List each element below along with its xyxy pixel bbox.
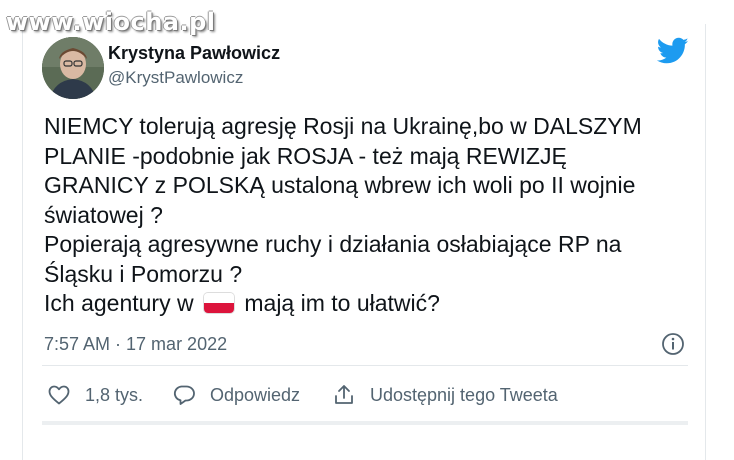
reply-label: Odpowiedz — [210, 384, 301, 405]
info-icon[interactable] — [661, 332, 685, 356]
avatar-image — [42, 37, 104, 99]
like-count: 1,8 tys. — [85, 384, 144, 405]
reply-bubble-icon — [173, 385, 195, 405]
tweet-timestamp[interactable]: 7:57 AM · 17 mar 2022 — [44, 334, 227, 355]
tweet-line: światowej ? — [44, 201, 163, 228]
like-button[interactable]: 1,8 tys. — [47, 383, 143, 407]
tweet-text-segment: Ich agentury w — [44, 290, 194, 316]
heart-icon — [48, 385, 70, 405]
display-name[interactable]: Krystyna Pawłowicz — [108, 43, 280, 64]
reply-button[interactable]: Odpowiedz — [172, 383, 300, 407]
tweet-line: GRANICY z POLSKĄ ustaloną wbrew ich woli… — [44, 172, 636, 198]
share-button[interactable]: Udostępnij tego Tweeta — [332, 383, 558, 407]
divider — [42, 365, 688, 366]
tweet-text-segment: mają im to ułatwić? — [244, 290, 440, 316]
card-bottom-border — [42, 421, 688, 425]
user-handle[interactable]: @KrystPawlowicz — [108, 68, 243, 88]
tweet-line: Ich agentury w mają im to ułatwić? — [44, 289, 684, 319]
avatar[interactable] — [42, 37, 104, 99]
tweet-line: Popierają agresywne ruchy i działania os… — [44, 231, 622, 257]
twitter-bird-icon[interactable] — [657, 37, 689, 65]
site-watermark: www.wiocha.pl — [6, 8, 216, 36]
share-label: Udostępnij tego Tweeta — [370, 384, 558, 405]
tweet-text: NIEMCY tolerują agresję Rosji na Ukrainę… — [44, 112, 684, 319]
poland-flag-icon — [203, 293, 234, 313]
tweet-line: PLANIE -podobnie jak ROSJA - też mają RE… — [44, 142, 567, 169]
tweet-line: NIEMCY tolerują agresję Rosji na Ukrainę… — [44, 113, 642, 139]
tweet-line: Śląsku i Pomorzu ? — [44, 260, 243, 287]
share-icon — [335, 385, 353, 404]
